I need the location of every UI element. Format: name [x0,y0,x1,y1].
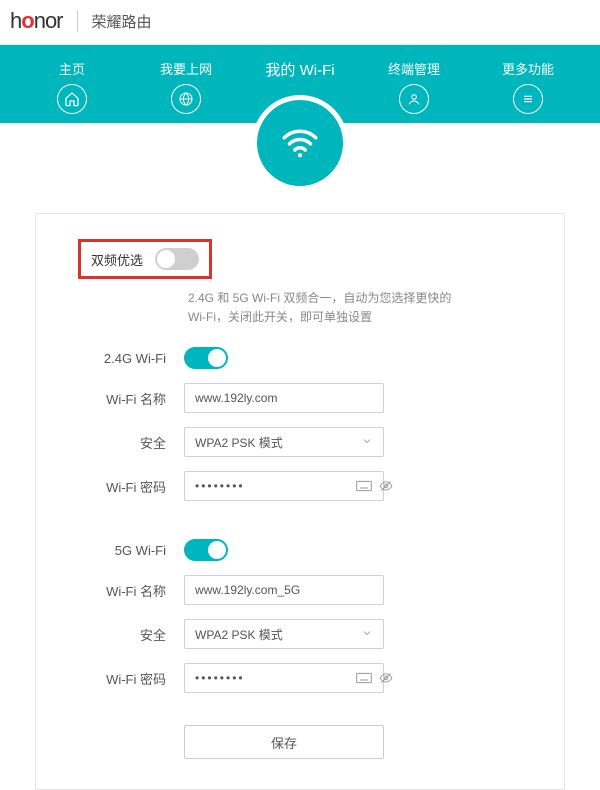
g24-toggle[interactable] [184,347,228,369]
dual-band-label: 双频优选 [91,250,143,269]
wifi-hero-icon [252,95,348,191]
top-header: honor 荣耀路由 [0,0,600,45]
nav-more[interactable]: 更多功能 [471,45,585,123]
nav-home[interactable]: 主页 [15,45,129,123]
header-divider [77,10,78,32]
dual-band-highlight: 双频优选 [78,239,212,279]
home-icon [57,84,87,114]
g5-password-field [184,663,384,693]
chevron-down-icon [361,627,373,642]
globe-icon [171,84,201,114]
g24-password-input[interactable] [195,479,350,493]
g24-password-label: Wi-Fi 密码 [76,477,166,496]
nav-clients[interactable]: 终端管理 [357,45,471,123]
g24-name-input[interactable] [184,383,384,413]
g5-security-label: 安全 [76,625,166,644]
user-icon [399,84,429,114]
g24-toggle-label: 2.4G Wi-Fi [76,351,166,366]
g24-name-label: Wi-Fi 名称 [76,389,166,408]
brand-logo: honor [10,8,63,34]
save-button[interactable]: 保存 [184,725,384,759]
eye-off-icon[interactable] [378,671,394,685]
g5-name-label: Wi-Fi 名称 [76,581,166,600]
g5-name-input[interactable] [184,575,384,605]
g24-security-label: 安全 [76,433,166,452]
dual-band-hint: 2.4G 和 5G Wi-Fi 双频合一，自动为您选择更快的 Wi-Fi，关闭此… [188,289,468,327]
wifi-settings-card: 双频优选 2.4G 和 5G Wi-Fi 双频合一，自动为您选择更快的 Wi-F… [35,213,565,790]
g5-toggle[interactable] [184,539,228,561]
menu-icon [513,84,543,114]
g5-security-select[interactable]: WPA2 PSK 模式 [184,619,384,649]
keyboard-icon[interactable] [356,672,372,684]
dual-band-toggle[interactable] [155,248,199,270]
g5-password-label: Wi-Fi 密码 [76,669,166,688]
eye-off-icon[interactable] [378,479,394,493]
g5-password-input[interactable] [195,671,350,685]
g24-security-select[interactable]: WPA2 PSK 模式 [184,427,384,457]
g5-toggle-label: 5G Wi-Fi [76,543,166,558]
g24-password-field [184,471,384,501]
main-nav: 主页 我要上网 我的 Wi-Fi 终端管理 更多功能 [0,45,600,123]
product-name: 荣耀路由 [92,11,152,32]
keyboard-icon[interactable] [356,480,372,492]
chevron-down-icon [361,435,373,450]
nav-internet[interactable]: 我要上网 [129,45,243,123]
